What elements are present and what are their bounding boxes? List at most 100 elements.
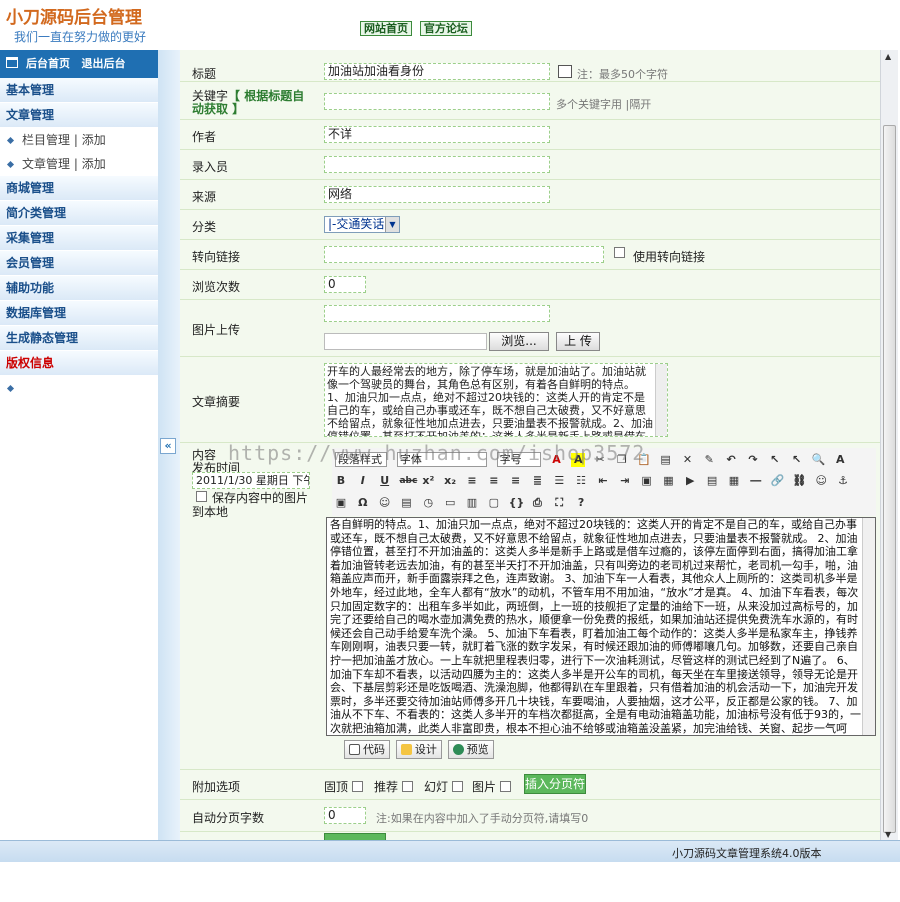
paste-text-icon[interactable]: ▤ [659, 453, 673, 467]
redo-icon[interactable]: ↷ [746, 453, 760, 467]
scroll-down-icon[interactable]: ▼ [885, 830, 891, 839]
help-icon[interactable]: ? [574, 496, 588, 510]
unlink-icon[interactable]: ⛓ [792, 474, 806, 488]
sidebar-item-members[interactable]: 会员管理 [0, 251, 158, 276]
special-char-icon[interactable]: Ω [356, 496, 370, 510]
iframe-icon[interactable]: ▢ [487, 496, 501, 510]
title-input[interactable]: 加油站加油看身份 [324, 63, 550, 80]
unselect-icon[interactable]: ↖ [790, 453, 804, 467]
color-picker-icon[interactable] [558, 65, 572, 78]
font-select[interactable]: 字体 [396, 452, 487, 467]
sidebar-item-collect[interactable]: 采集管理 [0, 226, 158, 251]
add-article-link[interactable]: 添加 [82, 157, 106, 171]
align-left-icon[interactable]: ≡ [465, 474, 479, 488]
views-input[interactable]: 0 [324, 276, 366, 293]
option-image[interactable]: 图片 [472, 778, 511, 795]
clean-format-icon[interactable]: ✎ [702, 453, 716, 467]
tab-code[interactable]: 代码 [344, 740, 390, 759]
paragraph-style-select[interactable]: 段落样式 [335, 452, 387, 467]
font-size-select[interactable]: 字号 [496, 452, 541, 467]
delete-icon[interactable]: ✕ [680, 453, 694, 467]
editor-user-input[interactable] [324, 156, 550, 173]
find-icon[interactable]: 🔍 [811, 453, 826, 467]
tab-preview[interactable]: 预览 [447, 740, 494, 759]
forum-link[interactable]: 官方论坛 [419, 21, 472, 36]
columns-link[interactable]: 栏目管理 [22, 133, 70, 147]
image-icon[interactable]: ▣ [640, 474, 654, 488]
content-scrollbar[interactable] [862, 518, 875, 735]
undo-icon[interactable]: ↶ [724, 453, 738, 467]
align-justify-icon[interactable]: ≣ [530, 474, 544, 488]
anchor-icon[interactable]: ⚓ [836, 474, 850, 488]
scroll-up-icon[interactable]: ▲ [885, 52, 891, 61]
bold-icon[interactable]: B [334, 474, 348, 488]
category-select[interactable]: |-交通笑话 ▼ [324, 216, 400, 233]
align-center-icon[interactable]: ≡ [487, 474, 501, 488]
ordered-list-icon[interactable]: ☰ [552, 474, 566, 488]
page-scrollbar[interactable]: ▲ ▼ [880, 50, 898, 840]
file-icon[interactable]: ▤ [705, 474, 719, 488]
link-icon[interactable]: 🔗 [771, 474, 785, 488]
cut-icon[interactable]: ✂ [593, 453, 607, 467]
outdent-icon[interactable]: ⇤ [596, 474, 610, 488]
font-color-icon[interactable]: A [549, 453, 563, 467]
sidebar-item-basic[interactable]: 基本管理 [0, 78, 158, 103]
subscript-icon[interactable]: x₂ [443, 474, 457, 488]
print-icon[interactable]: ⎙ [530, 496, 544, 510]
add-column-link[interactable]: 添加 [82, 133, 106, 147]
articles-link[interactable]: 文章管理 [22, 157, 70, 171]
sidebar-item-articles[interactable]: 文章管理 [0, 103, 158, 128]
submit-button[interactable] [324, 833, 386, 840]
sidebar-item-tools[interactable]: 辅助功能 [0, 276, 158, 301]
autopage-input[interactable]: 0 [324, 807, 366, 824]
time-icon[interactable]: ◷ [421, 496, 435, 510]
keywords-input[interactable] [324, 93, 550, 110]
option-recommend[interactable]: 推荐 [374, 778, 413, 795]
underline-icon[interactable]: U [378, 474, 392, 488]
bg-color-icon[interactable]: A [571, 453, 586, 467]
form-icon[interactable]: ▥ [465, 496, 479, 510]
copy-icon[interactable]: ❐ [615, 453, 629, 467]
summary-scrollbar[interactable] [655, 364, 667, 436]
replace-icon[interactable]: A [833, 453, 847, 467]
unordered-list-icon[interactable]: ☷ [574, 474, 588, 488]
tab-design[interactable]: 设计 [395, 740, 442, 759]
pubtime-input[interactable]: 2011/1/30 星期日 下午 [192, 472, 310, 489]
paste-icon[interactable]: 📋 [637, 453, 651, 467]
scroll-thumb[interactable] [883, 125, 896, 833]
emoticon-icon[interactable]: ☺ [814, 474, 828, 488]
sidebar-item-shop[interactable]: 商城管理 [0, 176, 158, 201]
strikethrough-icon[interactable]: abc [399, 474, 417, 488]
smiley-icon[interactable]: ☺ [378, 496, 392, 510]
superscript-icon[interactable]: x² [421, 474, 435, 488]
author-input[interactable]: 不详 [324, 126, 550, 143]
option-slideshow[interactable]: 幻灯 [424, 778, 463, 795]
fullscreen-icon[interactable]: ⛶ [552, 496, 566, 510]
sidebar-item-static[interactable]: 生成静态管理 [0, 326, 158, 351]
content-editor-area[interactable]: 各自鲜明的特点。1、加油只加一点点，绝对不超过20块钱的：这类人开的肯定不是自己… [326, 517, 876, 736]
browse-button[interactable]: 浏览... [489, 332, 549, 351]
admin-home-link[interactable]: 后台首页 [26, 57, 70, 70]
option-top[interactable]: 固顶 [324, 778, 363, 795]
redirect-input[interactable] [324, 246, 604, 263]
upload-button[interactable]: 上 传 [556, 332, 600, 351]
sidebar-item-database[interactable]: 数据库管理 [0, 301, 158, 326]
sidebar-item-intro[interactable]: 简介类管理 [0, 201, 158, 226]
sidebar-item-copyright[interactable]: 版权信息 [0, 351, 158, 376]
marquee-icon[interactable]: ▭ [443, 496, 457, 510]
indent-icon[interactable]: ⇥ [618, 474, 632, 488]
hr-icon[interactable]: ― [749, 474, 763, 488]
italic-icon[interactable]: I [356, 474, 370, 488]
image-url-input[interactable] [324, 305, 550, 322]
align-right-icon[interactable]: ≡ [509, 474, 523, 488]
flash-icon[interactable]: ▦ [661, 474, 675, 488]
redirect-checkbox[interactable] [614, 246, 625, 260]
logout-link[interactable]: 退出后台 [82, 57, 126, 70]
select-all-icon[interactable]: ↖ [768, 453, 782, 467]
table-icon[interactable]: ▦ [727, 474, 741, 488]
file-path-input[interactable] [324, 333, 487, 350]
collapse-sidebar-button[interactable]: « [160, 438, 176, 454]
date-icon[interactable]: ▤ [399, 496, 413, 510]
source-input[interactable]: 网络 [324, 186, 550, 203]
code-icon[interactable]: {} [509, 496, 525, 510]
